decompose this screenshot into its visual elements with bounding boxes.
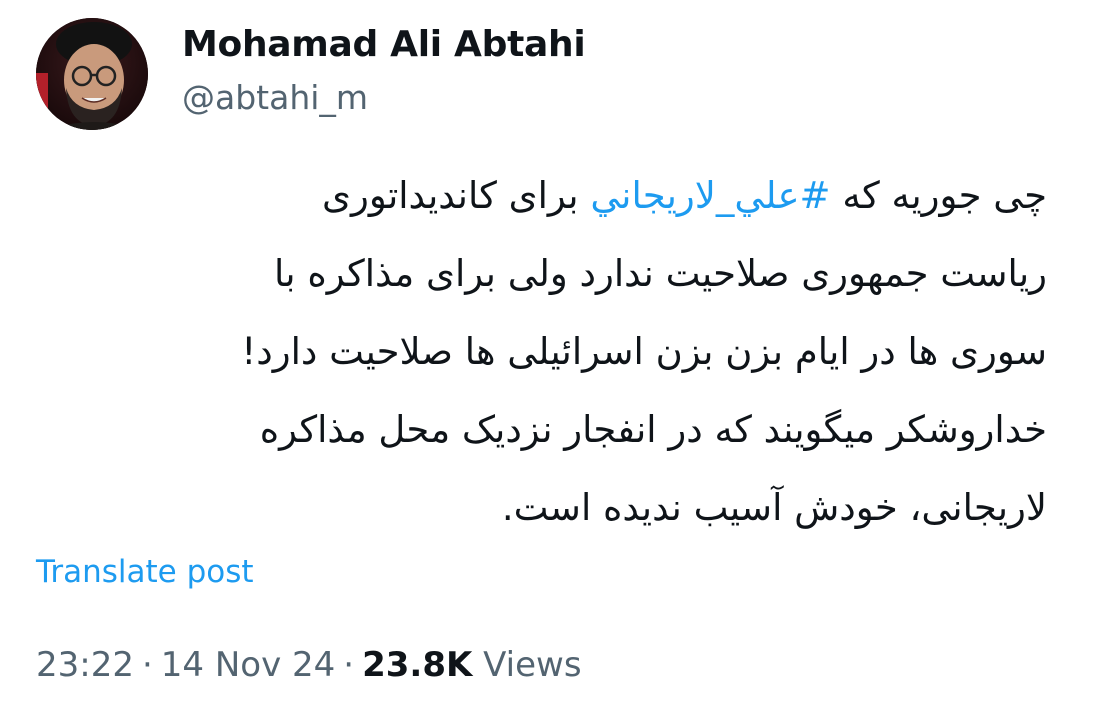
post-text: چی جوریه که #علي_لاريجاني برای کاندیداتو… [87,157,1047,547]
post-line-4: خداروشکر میگویند که در انفجار نزدیک محل … [259,408,1047,451]
avatar[interactable] [36,18,148,130]
separator-dot: · [343,645,355,685]
avatar-photo [36,18,148,130]
post-line-5: لاریجانی، خودش آسیب ندیده است. [501,486,1047,529]
user-handle[interactable]: @abtahi_m [182,78,368,117]
translate-post-link[interactable]: Translate post [36,554,254,590]
post-date[interactable]: 14 Nov 24 [161,645,336,685]
post-time[interactable]: 23:22 [36,645,134,685]
post-metadata: 23:22 · 14 Nov 24 · 23.8K Views [36,645,582,685]
post-text-segment: چی جوریه که [830,174,1047,217]
post-line-3: سوری ها در ایام بزن بزن اسرائیلی ها صلاح… [241,330,1047,373]
views-count[interactable]: 23.8K [362,645,472,685]
hashtag-link[interactable]: #علي_لاريجاني [590,174,830,217]
post-line-2: ریاست جمهوری صلاحیت ندارد ولی برای مذاکر… [273,252,1047,295]
display-name[interactable]: Mohamad Ali Abtahi [182,24,586,65]
separator-dot: · [141,645,153,685]
tweet-card: Mohamad Ali Abtahi @abtahi_m چی جوریه که… [0,0,1101,723]
post-line-1: چی جوریه که #علي_لاريجاني برای کاندیداتو… [87,157,1047,235]
views-label[interactable]: Views [483,645,581,685]
post-text-segment: برای کاندیداتوری [322,174,591,217]
